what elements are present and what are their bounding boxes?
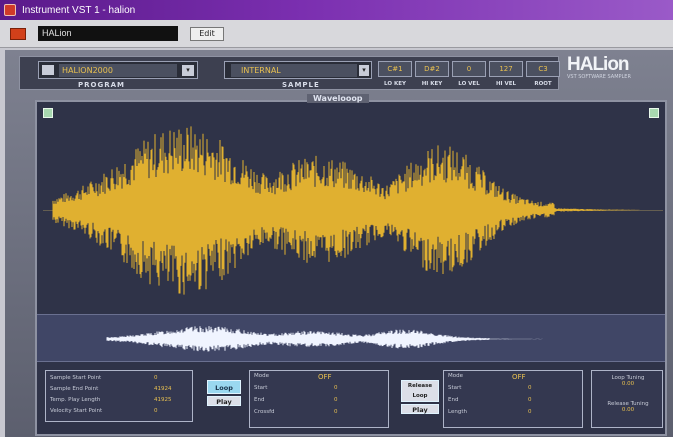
loop-button[interactable]: Loop	[207, 380, 241, 394]
release-tuning-value[interactable]: 0.00	[596, 407, 660, 413]
root-field[interactable]: C3	[526, 61, 560, 77]
release-start-row[interactable]: Start 0	[448, 385, 532, 395]
release-mode-label: Mode	[448, 373, 463, 379]
lo-key-field[interactable]: C#1	[378, 61, 412, 77]
main-waveform[interactable]	[43, 116, 663, 304]
sample-value[interactable]: INTERNAL	[231, 64, 357, 77]
loop-panel: OFF Mode Start 0 End 0 Crossfd 0	[249, 370, 389, 428]
plugin-host-bar: HALion Edit	[0, 20, 673, 48]
velocity-start-row[interactable]: Velocity Start Point 0	[50, 408, 158, 418]
sample-end-row[interactable]: Sample End Point 41924	[50, 386, 172, 396]
program-selector[interactable]: HALION2000 ▾	[38, 61, 198, 79]
brand-logo: HALion VST SOFTWARE SAMPLER	[567, 54, 673, 92]
sample-end-label: Sample End Point	[50, 386, 99, 392]
window-titlebar[interactable]: Instrument VST 1 - halion	[0, 0, 673, 20]
release-start-label: Start	[448, 385, 462, 391]
sample-selector[interactable]: INTERNAL ▾	[224, 61, 372, 79]
halion-panel: HALION2000 ▾ PROGRAM INTERNAL ▾ SAMPLE C…	[5, 50, 673, 437]
plugin-name-field[interactable]: HALion	[38, 26, 178, 41]
waveform-overview[interactable]	[37, 314, 665, 362]
lo-vel-label: LO VEL	[458, 81, 480, 87]
loop-mode-row: Mode	[254, 373, 269, 383]
sample-start-value[interactable]: 0	[154, 375, 158, 381]
release-end-value[interactable]: 0	[528, 397, 532, 403]
waveform-editor[interactable]: Wavelooop Sample Start Point 0 Sample End…	[35, 94, 667, 436]
loop-mode-label: Mode	[254, 373, 269, 379]
release-start-value[interactable]: 0	[528, 385, 532, 391]
velocity-start-label: Velocity Start Point	[50, 408, 103, 414]
sample-dropdown-icon[interactable]: ▾	[359, 65, 369, 76]
loop-mode-value[interactable]: OFF	[318, 373, 332, 381]
hi-vel-label: HI VEL	[495, 81, 517, 87]
hi-vel-field[interactable]: 127	[489, 61, 523, 77]
brand-subtitle: VST SOFTWARE SAMPLER	[567, 74, 631, 80]
root-label: ROOT	[534, 81, 552, 87]
program-icon[interactable]	[42, 65, 54, 75]
velocity-start-value[interactable]: 0	[154, 408, 158, 414]
release-panel: OFF Mode Start 0 End 0 Length 0	[443, 370, 583, 428]
header-panel: HALION2000 ▾ PROGRAM INTERNAL ▾ SAMPLE C…	[19, 56, 560, 90]
sample-end-value[interactable]: 41924	[154, 386, 172, 392]
loop-end-label: End	[254, 397, 265, 403]
release-mode-row: Mode	[448, 373, 463, 383]
hi-key-label: HI KEY	[421, 81, 443, 87]
sample-start-row[interactable]: Sample Start Point 0	[50, 375, 158, 385]
tuning-panel: Loop Tuning 0.00 Release Tuning 0.00	[591, 370, 663, 428]
halion-logo: HALion	[567, 54, 630, 75]
release-length-label: Length	[448, 409, 467, 415]
power-button[interactable]	[10, 28, 26, 40]
loop-start-label: Start	[254, 385, 268, 391]
loop-start-row[interactable]: Start 0	[254, 385, 338, 395]
edit-button[interactable]: Edit	[190, 27, 224, 41]
release-loop-button[interactable]: Release Loop	[401, 380, 439, 402]
loop-crossfade-row[interactable]: Crossfd 0	[254, 409, 338, 419]
release-end-label: End	[448, 397, 459, 403]
release-tuning-row[interactable]: Release Tuning 0.00	[596, 401, 660, 413]
loop-crossfade-label: Crossfd	[254, 409, 275, 415]
program-label: PROGRAM	[78, 81, 125, 89]
loop-end-value[interactable]: 0	[334, 397, 338, 403]
window-title: Instrument VST 1 - halion	[22, 4, 136, 16]
loop-tuning-value[interactable]: 0.00	[596, 381, 660, 387]
sample-label: SAMPLE	[282, 81, 320, 89]
wave-title: Wavelooop	[307, 94, 369, 103]
release-length-value[interactable]: 0	[528, 409, 532, 415]
play-length-value[interactable]: 41925	[154, 397, 172, 403]
waveform-path	[52, 126, 640, 295]
sample-info-panel: Sample Start Point 0 Sample End Point 4192…	[45, 370, 193, 422]
overview-waveform[interactable]	[37, 315, 665, 363]
loop-buttons: Loop Play	[207, 380, 243, 406]
release-length-row[interactable]: Length 0	[448, 409, 532, 419]
release-play-button[interactable]: Play	[401, 404, 439, 414]
program-value[interactable]: HALION2000	[59, 64, 177, 77]
param-labels: LO KEY HI KEY LO VEL HI VEL ROOT	[378, 81, 560, 87]
play-length-row[interactable]: Temp. Play Length 41925	[50, 397, 172, 407]
loop-crossfade-value[interactable]: 0	[334, 409, 338, 415]
sample-start-label: Sample Start Point	[50, 375, 102, 381]
loop-end-row[interactable]: End 0	[254, 397, 338, 407]
release-buttons: Release Loop Play	[401, 380, 441, 414]
hi-key-field[interactable]: D#2	[415, 61, 449, 77]
release-end-row[interactable]: End 0	[448, 397, 532, 407]
app-icon[interactable]	[4, 4, 16, 16]
lo-key-label: LO KEY	[384, 81, 406, 87]
lo-vel-field[interactable]: 0	[452, 61, 486, 77]
loop-tuning-row[interactable]: Loop Tuning 0.00	[596, 375, 660, 387]
program-dropdown-icon[interactable]: ▾	[182, 65, 194, 76]
release-mode-value[interactable]: OFF	[512, 373, 526, 381]
loop-play-button[interactable]: Play	[207, 396, 241, 406]
loop-start-value[interactable]: 0	[334, 385, 338, 391]
key-vel-params: C#1 D#2 0 127 C3	[378, 61, 560, 79]
play-length-label: Temp. Play Length	[50, 397, 101, 403]
overview-waveform-path	[106, 326, 543, 352]
